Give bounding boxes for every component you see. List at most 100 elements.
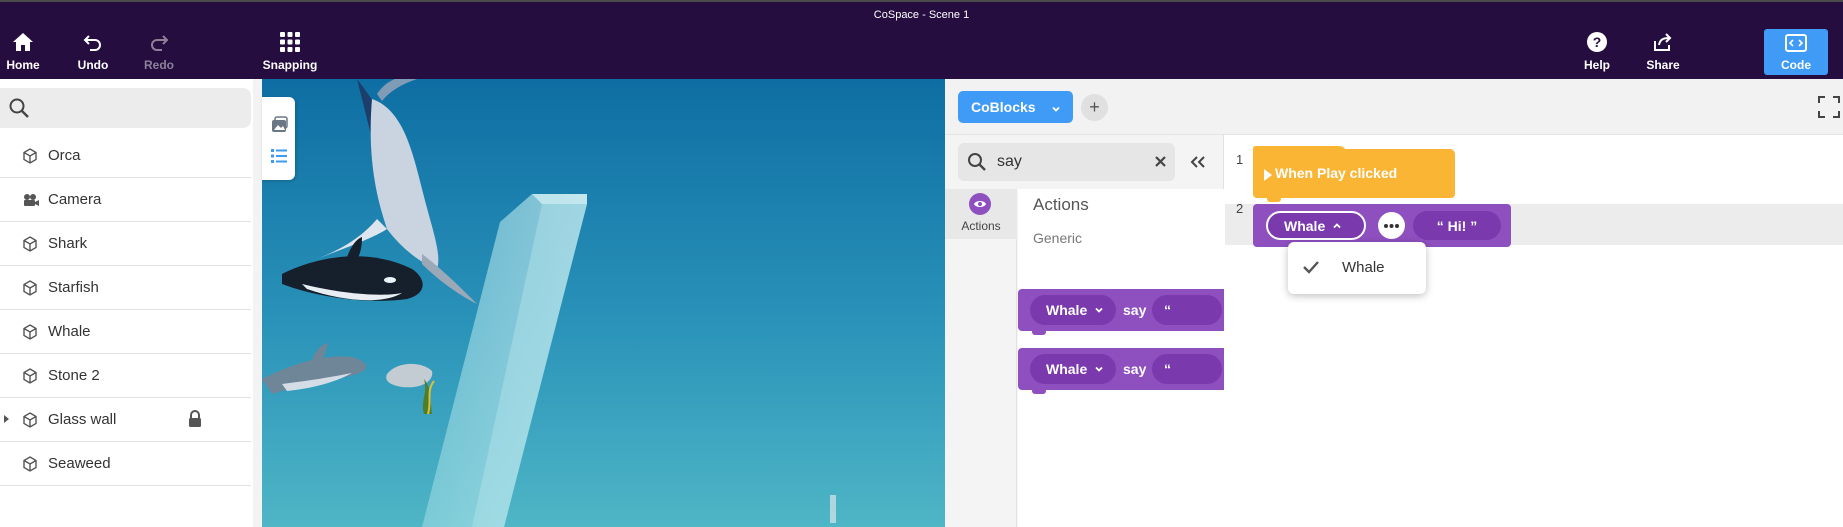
line-number: 2 xyxy=(1236,201,1244,216)
when-play-clicked-block[interactable]: When Play clicked xyxy=(1253,149,1455,202)
category-actions[interactable]: Actions xyxy=(945,189,1017,239)
cube-icon xyxy=(22,236,38,252)
fullscreen-icon[interactable] xyxy=(1818,96,1840,118)
snapping-button[interactable]: Snapping xyxy=(260,28,320,76)
search-icon xyxy=(8,97,30,124)
block-notch xyxy=(1032,388,1046,394)
say-block[interactable]: Whale say “ xyxy=(1018,348,1224,394)
svg-text:?: ? xyxy=(1593,34,1602,50)
more-options-button[interactable] xyxy=(1378,212,1405,239)
share-label: Share xyxy=(1646,58,1680,72)
scene-scroll-handle[interactable] xyxy=(830,495,836,523)
panel-divider xyxy=(253,79,262,527)
object-row-orca[interactable]: Orca xyxy=(0,134,251,178)
text-input[interactable]: “ xyxy=(1152,354,1222,384)
line-number: 1 xyxy=(1236,152,1244,167)
block-notch xyxy=(1267,196,1281,202)
play-icon xyxy=(1264,169,1272,181)
target-dropdown-menu: Whale xyxy=(1288,242,1426,294)
code-icon xyxy=(1782,29,1810,57)
top-toolbar: CoSpace - Scene 1 Home Undo Redo Snappin… xyxy=(0,0,1843,79)
target-dropdown[interactable]: Whale xyxy=(1266,211,1366,240)
say-text-input[interactable]: “ Hi! ” xyxy=(1413,211,1501,240)
object-label: Starfish xyxy=(48,279,99,296)
eye-icon xyxy=(969,193,991,215)
quote-mark: “ xyxy=(1164,361,1171,377)
help-label: Help xyxy=(1583,58,1610,72)
say-label: say xyxy=(1123,361,1147,377)
more-icon xyxy=(1384,223,1399,228)
object-row-seaweed[interactable]: Seaweed xyxy=(0,442,251,486)
undo-label: Undo xyxy=(77,58,109,72)
palette-blocks: Actions Generic Whale say “ Whale say “ xyxy=(1018,189,1224,527)
hat-block-label: When Play clicked xyxy=(1275,165,1398,181)
object-label: Shark xyxy=(48,235,88,252)
block-search-input[interactable]: say xyxy=(958,143,1175,181)
object-label: Camera xyxy=(48,191,102,208)
help-icon: ? xyxy=(1583,28,1611,56)
target-dropdown[interactable]: Whale xyxy=(1030,354,1116,384)
cospaces-app: CoSpace - Scene 1 Home Undo Redo Snappin… xyxy=(0,0,1843,527)
home-icon xyxy=(9,28,37,56)
object-row-starfish[interactable]: Starfish xyxy=(0,266,251,310)
cube-icon xyxy=(22,280,38,296)
redo-icon xyxy=(145,28,173,56)
chevron-up-icon xyxy=(1332,218,1342,234)
object-label: Glass wall xyxy=(48,411,117,428)
close-icon[interactable] xyxy=(1154,155,1167,173)
share-icon xyxy=(1649,28,1677,56)
help-button[interactable]: ? Help xyxy=(1567,28,1627,76)
lock-icon[interactable] xyxy=(187,410,203,433)
check-icon xyxy=(1302,260,1320,279)
category-column: Actions xyxy=(945,189,1017,527)
dropdown-option-whale[interactable]: Whale xyxy=(1288,242,1426,294)
list-icon[interactable] xyxy=(269,146,289,166)
object-label: Whale xyxy=(48,323,91,340)
coblocks-button[interactable]: CoBlocks xyxy=(958,91,1073,123)
code-canvas[interactable]: 1 2 When Play clicked Whale “ Hi! ” xyxy=(1225,135,1843,527)
object-row-glass-wall[interactable]: Glass wall xyxy=(0,398,251,442)
say-block[interactable]: Whale say “ xyxy=(1018,289,1224,335)
gallery-icon[interactable] xyxy=(269,115,289,135)
cube-icon xyxy=(22,368,38,384)
dropdown-option-label: Whale xyxy=(1342,259,1385,276)
object-search-input[interactable] xyxy=(0,88,251,128)
scene-viewport[interactable] xyxy=(262,79,945,527)
block-palette: say Actions Actions Generic Whale say “ … xyxy=(945,135,1224,527)
objects-panel: Orca Camera Shark Starfish Whale Stone 2 Glass… xyxy=(0,79,262,527)
undo-button[interactable]: Undo xyxy=(63,28,123,76)
block-search-value: say xyxy=(997,153,1022,170)
code-label: Code xyxy=(1781,58,1811,72)
camera-icon xyxy=(22,192,39,208)
collapse-palette-icon[interactable] xyxy=(1187,151,1209,173)
redo-button[interactable]: Redo xyxy=(129,28,189,76)
object-list: Orca Camera Shark Starfish Whale Stone 2 Glass… xyxy=(0,134,251,486)
undo-icon xyxy=(79,28,107,56)
home-button[interactable]: Home xyxy=(0,28,53,76)
share-button[interactable]: Share xyxy=(1633,28,1693,76)
code-button[interactable]: Code xyxy=(1764,29,1828,75)
cube-icon xyxy=(22,412,38,428)
object-row-whale[interactable]: Whale xyxy=(0,310,251,354)
target-dropdown[interactable]: Whale xyxy=(1030,295,1116,325)
palette-title: Actions xyxy=(1033,195,1089,214)
block-notch xyxy=(1032,329,1046,335)
whale-say-block[interactable]: Whale “ Hi! ” xyxy=(1253,204,1511,247)
add-script-button[interactable]: + xyxy=(1081,94,1108,121)
chevron-down-icon xyxy=(1094,302,1104,318)
coblocks-label: CoBlocks xyxy=(971,99,1036,115)
palette-subtitle: Generic xyxy=(1033,230,1083,246)
window-title: CoSpace - Scene 1 xyxy=(873,9,970,21)
object-row-shark[interactable]: Shark xyxy=(0,222,251,266)
text-input[interactable]: “ xyxy=(1152,295,1222,325)
object-row-camera[interactable]: Camera xyxy=(0,178,251,222)
snapping-label: Snapping xyxy=(262,58,318,72)
object-row-stone-2[interactable]: Stone 2 xyxy=(0,354,251,398)
object-label: Seaweed xyxy=(48,455,111,472)
say-label: say xyxy=(1123,302,1147,318)
expand-arrow-icon[interactable] xyxy=(4,415,9,423)
cube-icon xyxy=(22,148,38,164)
chevron-down-icon xyxy=(1051,101,1061,117)
cube-icon xyxy=(22,324,38,340)
target-label: Whale xyxy=(1284,217,1326,234)
